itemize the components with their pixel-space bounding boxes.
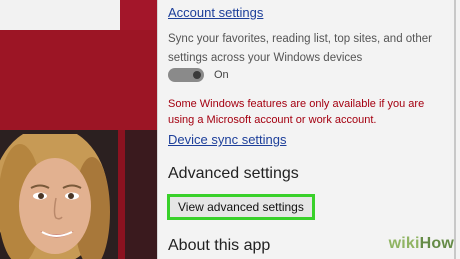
- account-settings-link[interactable]: Account settings: [168, 5, 263, 20]
- portrait-photo: [0, 134, 110, 259]
- background-white-panel: [0, 0, 120, 30]
- device-sync-settings-link[interactable]: Device sync settings: [168, 132, 287, 147]
- background-strip: [120, 0, 157, 30]
- watermark-part2: How: [419, 235, 454, 252]
- sync-toggle[interactable]: [168, 68, 204, 82]
- about-this-app-heading: About this app: [168, 237, 271, 254]
- background-card-secondary: [125, 130, 157, 259]
- sync-settings-pane: Account settings Sync your favorites, re…: [157, 0, 460, 259]
- watermark-logo: wikiHow: [389, 235, 454, 253]
- watermark-part1: wiki: [388, 235, 420, 252]
- background-band: [0, 30, 157, 130]
- advanced-settings-heading: Advanced settings: [168, 165, 299, 182]
- sync-toggle-state-label: On: [214, 69, 229, 81]
- background-content: [0, 0, 157, 259]
- sync-toggle-row: On: [168, 67, 229, 83]
- pane-scrollbar[interactable]: [454, 0, 456, 259]
- sync-description: Sync your favorites, reading list, top s…: [168, 33, 432, 64]
- view-advanced-settings-button[interactable]: View advanced settings: [167, 194, 315, 220]
- account-warning-text: Some Windows features are only available…: [168, 98, 425, 126]
- toggle-knob: [193, 71, 201, 79]
